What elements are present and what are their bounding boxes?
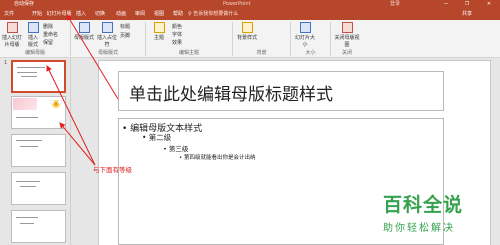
annotation-text: 与下面有等级 <box>93 166 132 174</box>
insert-layout-button[interactable]: 插入版式 <box>26 22 40 48</box>
title-placeholder[interactable]: 单击此处编辑母版标题样式 <box>118 71 444 111</box>
tab-review[interactable]: 审阅 <box>133 9 147 20</box>
share-button[interactable]: 共享 <box>462 9 472 20</box>
slide-thumbnail-panel[interactable]: 1 <box>0 58 71 245</box>
delete-button[interactable]: 删除 <box>43 23 67 30</box>
thumb-text-line <box>16 217 38 218</box>
app-title: PowerPoint <box>223 1 251 7</box>
thumb-text-line <box>16 117 38 118</box>
slide-master-icon <box>6 22 18 33</box>
minimize-button[interactable]: — <box>438 0 454 9</box>
thumb-text-line <box>16 140 42 141</box>
theme-icon <box>153 22 165 33</box>
text-level-2[interactable]: • 第二级 <box>142 132 171 143</box>
rename-button[interactable]: 重命名 <box>43 31 67 38</box>
footer-checkbox[interactable]: 页脚 <box>120 32 142 39</box>
sign-in-link[interactable]: 登录 <box>390 0 400 9</box>
flower-image <box>49 99 63 108</box>
tab-file[interactable]: 文件 <box>2 9 16 20</box>
thumb-text-line <box>17 67 45 68</box>
group-label-size: 大小 <box>305 50 316 56</box>
close-master-view-button[interactable]: 关闭母版视图 <box>334 22 360 48</box>
title-checkbox[interactable]: 标题 <box>120 23 142 30</box>
insert-placeholder-button[interactable]: 插入占位符 <box>96 22 118 48</box>
master-layout-button[interactable]: 母版版式 <box>74 22 94 41</box>
close-button[interactable]: ✕ <box>481 0 497 9</box>
tab-animations[interactable]: 动画 <box>114 9 128 20</box>
thumbnail-number: 1 <box>4 60 8 66</box>
tab-home[interactable]: 开始 <box>30 9 44 20</box>
layout-thumbnail[interactable] <box>11 172 66 205</box>
restore-button[interactable]: ❐ <box>459 0 475 9</box>
tab-transitions[interactable]: 切换 <box>93 9 107 20</box>
text-level-4[interactable]: • 第四级就能看出你是会计出纳 <box>179 153 256 161</box>
group-label-close: 关闭 <box>341 50 352 56</box>
autosave-label[interactable]: 自动保存 <box>14 0 34 9</box>
colors-dropdown[interactable]: 颜色 <box>172 23 192 30</box>
master-layout-icon <box>78 22 90 33</box>
thumb-text-line <box>20 186 36 187</box>
thumb-text-line <box>16 181 40 182</box>
insert-slide-master-button[interactable]: 插入幻灯片母版 <box>2 22 22 48</box>
text-level-3[interactable]: • 第三级 <box>163 143 188 153</box>
slide-title[interactable]: 单击此处编辑母版标题样式 <box>129 80 333 105</box>
layout-thumbnail[interactable] <box>11 134 66 167</box>
watermark-logo: 百科全说 助你轻松解决 <box>383 190 481 234</box>
layout-icon <box>27 22 39 33</box>
effects-dropdown[interactable]: 效果 <box>172 39 192 46</box>
tell-me-search[interactable]: ♀ 告诉我你想要做什么 <box>188 10 238 19</box>
thumb-text-line <box>17 72 37 73</box>
watermark-title: 百科全说 <box>383 194 464 216</box>
thumb-text-line <box>20 223 34 224</box>
group-label-master-layout: 母版版式 <box>97 50 118 56</box>
tab-slide-master[interactable]: 幻灯片母版 <box>46 9 72 20</box>
tab-insert[interactable]: 插入 <box>74 9 88 20</box>
group-label-edit-master: 编辑母版 <box>24 50 45 56</box>
close-view-icon <box>341 22 353 33</box>
preserve-button[interactable]: 保留 <box>43 39 67 46</box>
background-icon <box>241 22 253 33</box>
thumb-text-line <box>21 76 37 77</box>
slide-size-icon <box>299 22 311 33</box>
layout-thumbnail[interactable] <box>11 210 66 243</box>
thumb-image <box>13 98 37 110</box>
ribbon-tab-row: 文件 开始 幻灯片母版 插入 切换 动画 审阅 视图 帮助 ♀ 告诉我你想要做什… <box>0 9 500 20</box>
watermark-slogan: 助你轻松解决 <box>383 223 455 234</box>
slide-size-button[interactable]: 幻灯片大小 <box>294 22 316 48</box>
placeholder-icon <box>101 22 113 33</box>
themes-button[interactable]: 主题 <box>150 22 168 41</box>
master-thumbnail[interactable] <box>11 60 66 93</box>
thumb-text-line <box>20 146 38 147</box>
fonts-dropdown[interactable]: 字体 <box>172 31 192 38</box>
group-label-background: 背景 <box>256 50 267 56</box>
tab-view[interactable]: 视图 <box>152 9 166 20</box>
ribbon: 插入幻灯片母版 插入版式 删除 重命名 保留 母版版式 插入占位符 标题 页脚 … <box>0 20 500 58</box>
title-bar: 自动保存 PowerPoint 登录 — ❐ ✕ <box>0 0 500 9</box>
tab-help[interactable]: 帮助 <box>171 9 185 20</box>
group-label-edit-theme: 编辑主题 <box>178 50 199 56</box>
background-styles-button[interactable]: 背景样式 <box>236 22 258 41</box>
layout-thumbnail[interactable] <box>11 96 66 129</box>
